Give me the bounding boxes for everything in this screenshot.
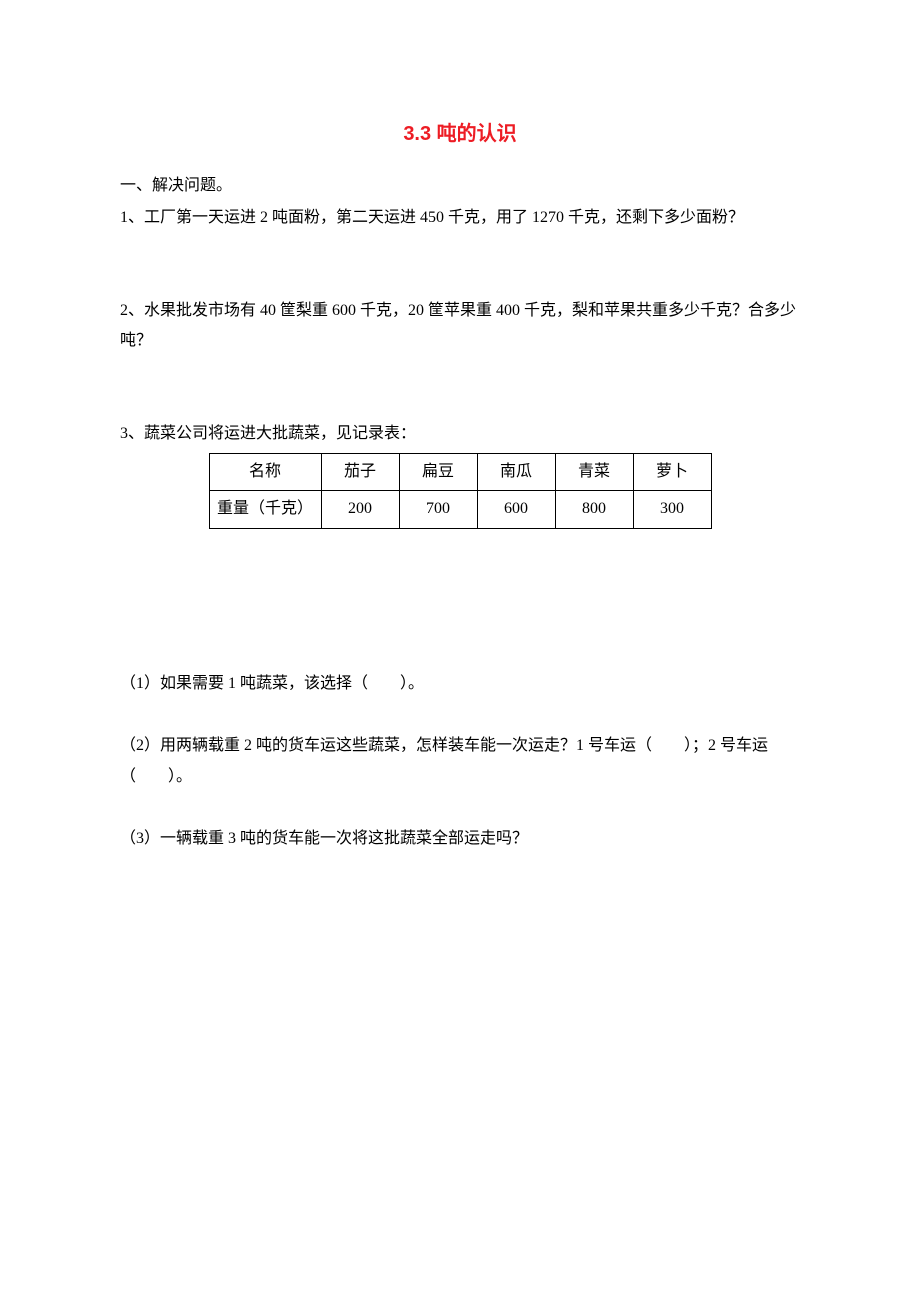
header-col: 萝卜 xyxy=(633,453,711,490)
header-name: 名称 xyxy=(209,453,321,490)
page-title: 3.3 吨的认识 xyxy=(120,115,800,153)
cell-value: 800 xyxy=(555,491,633,528)
blank-space xyxy=(120,794,800,824)
vegetable-table: 名称 茄子 扁豆 南瓜 青菜 萝卜 重量（千克） 200 700 600 800… xyxy=(209,453,712,529)
blank-space xyxy=(120,236,800,296)
table-data-row: 重量（千克） 200 700 600 800 300 xyxy=(209,491,711,528)
section-heading: 一、解决问题。 xyxy=(120,171,800,201)
problem-1: 1、工厂第一天运进 2 吨面粉，第二天运进 450 千克，用了 1270 千克，… xyxy=(120,203,800,233)
problem-2: 2、水果批发市场有 40 筐梨重 600 千克，20 筐苹果重 400 千克，梨… xyxy=(120,296,800,357)
cell-value: 700 xyxy=(399,491,477,528)
header-col: 扁豆 xyxy=(399,453,477,490)
problem-3-sub2: （2）用两辆载重 2 吨的货车运这些蔬菜，怎样装车能一次运走？1 号车运（ ）；… xyxy=(120,731,800,792)
cell-value: 300 xyxy=(633,491,711,528)
blank-space xyxy=(120,701,800,731)
problem-3-intro: 3、蔬菜公司将运进大批蔬菜，见记录表： xyxy=(120,419,800,449)
problem-3-sub3: （3）一辆载重 3 吨的货车能一次将这批蔬菜全部运走吗？ xyxy=(120,824,800,854)
row-label: 重量（千克） xyxy=(209,491,321,528)
cell-value: 600 xyxy=(477,491,555,528)
header-col: 青菜 xyxy=(555,453,633,490)
blank-space xyxy=(120,529,800,669)
blank-space xyxy=(120,359,800,419)
header-col: 茄子 xyxy=(321,453,399,490)
header-col: 南瓜 xyxy=(477,453,555,490)
problem-3-sub1: （1）如果需要 1 吨蔬菜，该选择（ ）。 xyxy=(120,669,800,699)
table-header-row: 名称 茄子 扁豆 南瓜 青菜 萝卜 xyxy=(209,453,711,490)
cell-value: 200 xyxy=(321,491,399,528)
